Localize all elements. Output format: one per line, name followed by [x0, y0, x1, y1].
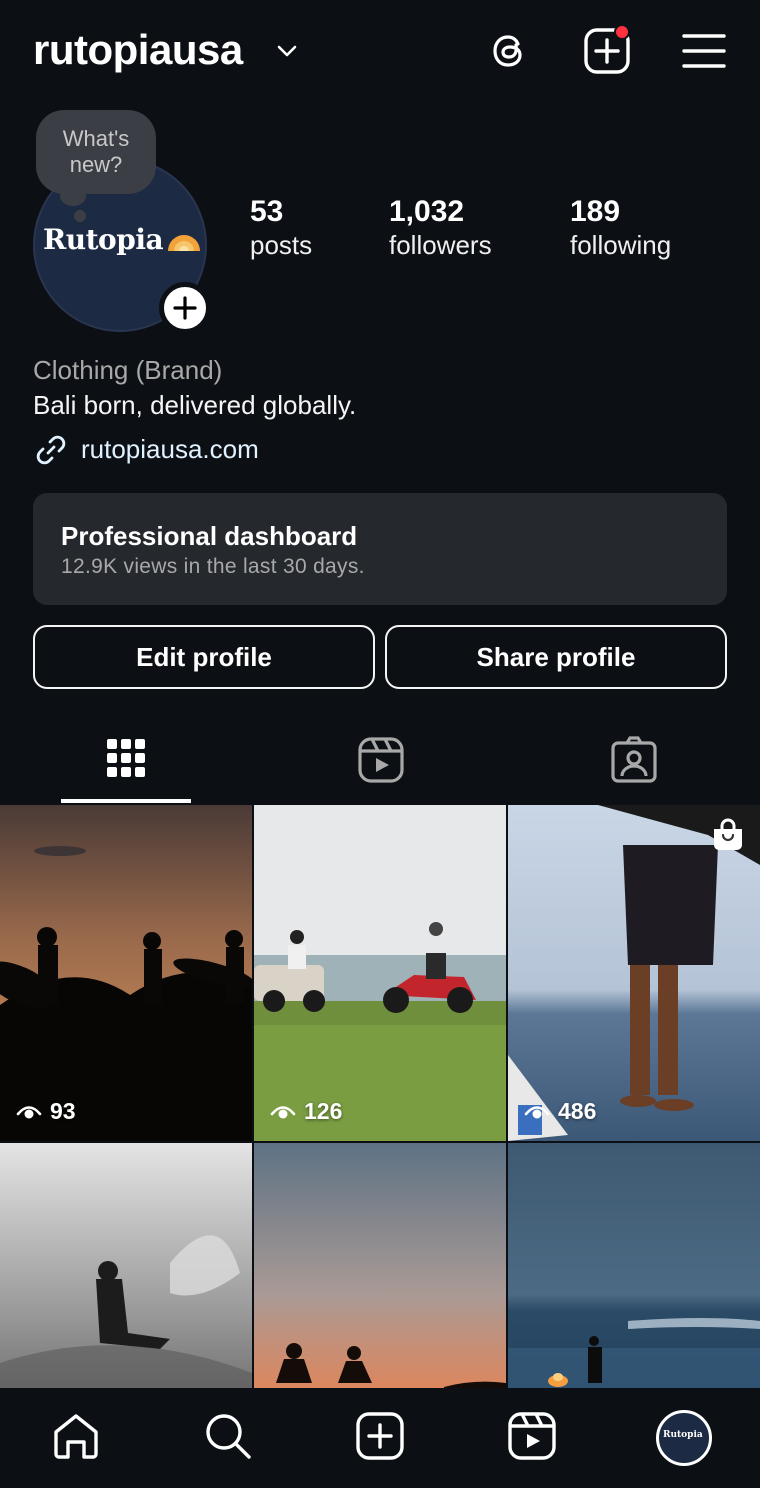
posts-grid: 93 126 486 — [0, 805, 760, 1388]
threads-icon[interactable] — [484, 26, 534, 76]
chevron-down-icon[interactable] — [274, 38, 300, 64]
dashboard-title: Professional dashboard — [61, 521, 358, 551]
shopping-bag-icon — [714, 818, 742, 850]
post-thumbnail[interactable]: 486 — [508, 805, 760, 1141]
post-image — [254, 805, 506, 1141]
tab-reels[interactable] — [253, 726, 506, 802]
post-thumbnail[interactable] — [254, 1143, 506, 1388]
tagged-icon — [611, 736, 657, 783]
stat-followers[interactable]: 1,032 followers — [389, 194, 492, 260]
view-count-text: 486 — [558, 1097, 597, 1124]
post-thumbnail[interactable] — [508, 1143, 760, 1388]
dashboard-subtitle: 12.9K views in the last 30 days. — [61, 555, 365, 578]
profile-link-text[interactable]: rutopiausa.com — [81, 434, 259, 465]
eye-icon — [16, 1106, 42, 1119]
stat-value: 53 — [250, 195, 284, 228]
view-count: 126 — [270, 1095, 342, 1127]
stat-posts: 53 posts — [250, 194, 312, 260]
profile-bio: Bali born, delivered globally. — [33, 390, 357, 420]
post-thumbnail[interactable] — [0, 1143, 252, 1388]
stat-following[interactable]: 189 following — [570, 194, 671, 260]
grid-icon — [107, 739, 145, 777]
eye-icon — [524, 1106, 550, 1119]
note-bubble-tail — [60, 186, 86, 206]
search-icon[interactable] — [202, 1410, 254, 1462]
note-bubble-text: What's new? — [62, 126, 130, 177]
post-image — [508, 805, 760, 1141]
avatar-logo-text: Rutopia — [43, 223, 164, 256]
bottom-navigation: Rutopia — [0, 1388, 760, 1488]
reels-icon — [358, 737, 404, 783]
post-image — [254, 1143, 506, 1388]
stat-label: posts — [250, 230, 313, 260]
post-image — [508, 1143, 760, 1388]
stat-value: 1,032 — [389, 195, 465, 228]
plus-icon — [173, 296, 197, 320]
post-thumbnail[interactable]: 93 — [0, 805, 252, 1141]
home-icon[interactable] — [50, 1410, 102, 1462]
post-thumbnail[interactable]: 126 — [254, 805, 506, 1141]
note-bubble-tail-dot — [74, 210, 86, 222]
view-count: 486 — [524, 1095, 596, 1127]
stat-label: followers — [389, 230, 492, 260]
stat-label: following — [570, 230, 672, 260]
reels-icon[interactable] — [506, 1410, 558, 1462]
notification-dot — [614, 24, 630, 40]
view-count-text: 93 — [50, 1097, 76, 1124]
link-icon — [36, 435, 66, 465]
active-tab-indicator — [61, 799, 191, 803]
stat-value: 189 — [570, 195, 621, 228]
profile-category: Clothing (Brand) — [33, 355, 223, 385]
profile-avatar-nav[interactable]: Rutopia — [656, 1410, 712, 1466]
menu-icon[interactable] — [680, 26, 730, 76]
view-count-text: 126 — [304, 1097, 343, 1124]
tab-grid[interactable] — [0, 726, 253, 802]
edit-profile-button[interactable]: Edit profile — [33, 625, 375, 689]
post-image — [0, 1143, 252, 1388]
add-story-button[interactable] — [159, 282, 211, 334]
tab-tagged[interactable] — [506, 726, 759, 802]
username-title[interactable]: rutopiausa — [33, 26, 243, 74]
post-image — [0, 805, 252, 1141]
top-bar: rutopiausa — [0, 0, 760, 100]
avatar-logo-text: Rutopia — [663, 1430, 703, 1440]
professional-dashboard-card[interactable]: Professional dashboard 12.9K views in th… — [33, 493, 727, 605]
share-profile-button[interactable]: Share profile — [385, 625, 727, 689]
view-count: 93 — [16, 1095, 76, 1127]
sunrise-logo-icon — [168, 235, 200, 251]
create-icon[interactable] — [354, 1410, 406, 1462]
eye-icon — [270, 1106, 296, 1119]
